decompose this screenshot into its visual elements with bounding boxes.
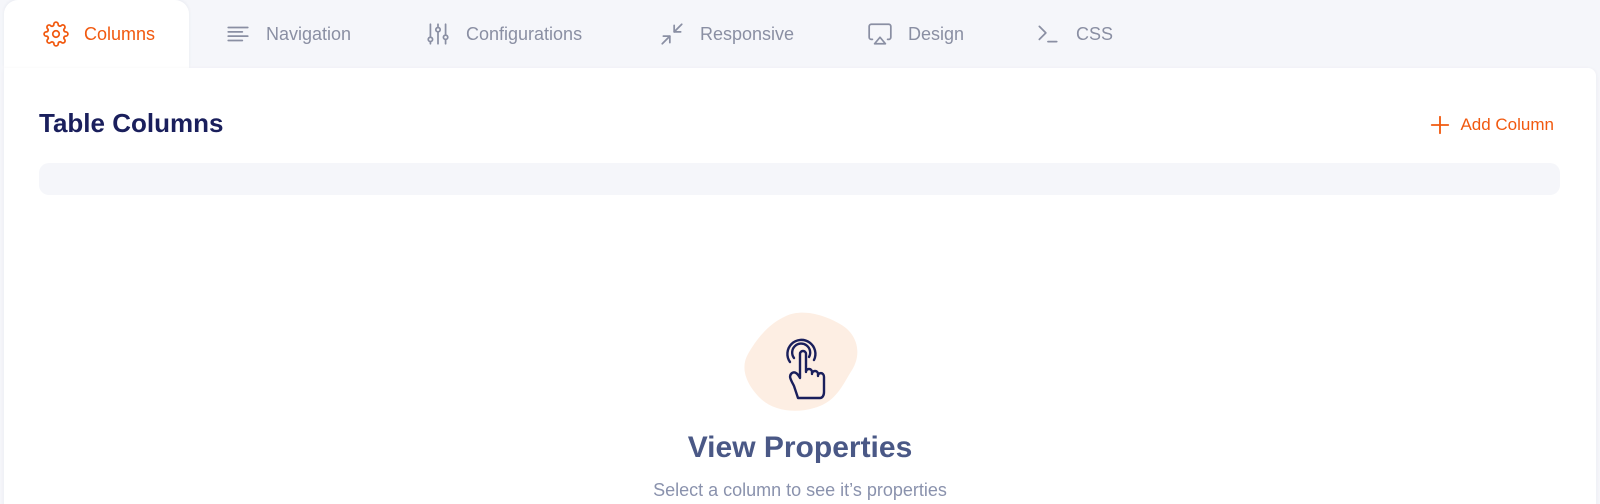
tab-configurations[interactable]: Configurations (424, 0, 582, 68)
tab-label: Navigation (266, 23, 352, 44)
page-title: Table Columns (39, 108, 224, 138)
tab-label: Configurations (466, 23, 583, 44)
gear-icon (42, 20, 70, 48)
tab-columns[interactable]: Columns (4, 0, 189, 68)
tab-responsive[interactable]: Responsive (658, 0, 794, 68)
empty-state-subtitle: Select a column to see it’s properties (653, 480, 947, 500)
collapse-arrows-icon (658, 20, 686, 48)
empty-state-title: View Properties (687, 431, 913, 464)
tab-label: CSS (1076, 23, 1114, 44)
add-column-label: Add Column (1460, 115, 1554, 134)
add-column-button[interactable]: Add Column (1429, 114, 1554, 136)
tab-css[interactable]: CSS (1034, 0, 1113, 68)
tab-label: Responsive (700, 23, 795, 44)
align-left-icon (224, 20, 252, 48)
tap-hand-icon (742, 310, 862, 414)
tab-design[interactable]: Design (866, 0, 964, 68)
tab-label: Columns (84, 23, 156, 44)
plus-icon (1431, 115, 1450, 135)
tab-bar: Columns Navigation Configurations Respon… (0, 0, 1600, 68)
terminal-icon (1034, 20, 1062, 48)
columns-list (39, 163, 1560, 195)
tab-label: Design (908, 23, 965, 44)
sliders-icon (424, 20, 452, 48)
tab-navigation[interactable]: Navigation (224, 0, 351, 68)
columns-panel: Table Columns Add Column View Properties… (4, 68, 1596, 504)
airplay-icon (866, 20, 894, 48)
